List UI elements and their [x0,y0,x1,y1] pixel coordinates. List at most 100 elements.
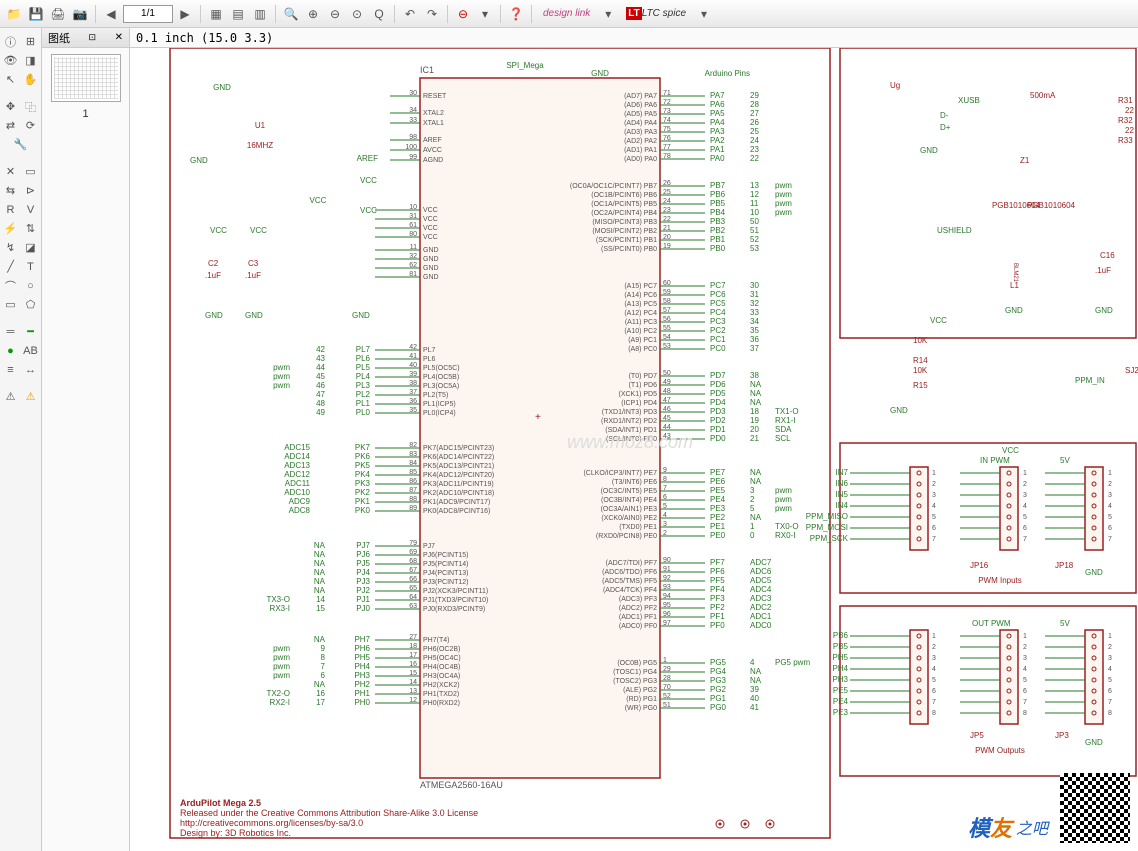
save-icon[interactable]: 💾 [26,4,46,24]
bus-icon[interactable]: ═ [1,322,21,341]
arc-icon[interactable]: ⌒ [1,276,21,295]
svg-text:39: 39 [750,685,759,694]
svg-text:SJ2: SJ2 [1125,366,1138,375]
svg-text:43: 43 [316,354,325,363]
zoom-1-icon[interactable]: Q [369,4,389,24]
design-link-button[interactable]: design link [537,6,596,22]
svg-text:PJ2: PJ2 [356,586,370,595]
open-icon[interactable]: 📁 [4,4,24,24]
svg-text:PL2: PL2 [356,390,371,399]
canvas-area[interactable]: 0.1 inch (15.0 3.3) IC1 SPI_Mega GND Ard… [130,28,1138,851]
attr-icon[interactable]: ≡ [1,360,21,379]
poly-icon[interactable]: ⬠ [21,295,41,314]
svg-text:67: 67 [409,567,417,574]
dropdown-2-icon[interactable]: ▾ [598,4,618,24]
svg-text:2: 2 [1108,481,1112,488]
palette-icon[interactable]: ▥ [250,4,270,24]
svg-text:pwm: pwm [273,363,290,372]
svg-text:29: 29 [750,91,759,100]
svg-text:PGB1010604: PGB1010604 [1027,201,1076,210]
part-icon[interactable]: ▭ [21,162,41,181]
svg-text:65: 65 [409,585,417,592]
errors-icon[interactable]: ⚠ [21,387,41,406]
layers-icon[interactable]: ▤ [228,4,248,24]
svg-text:(OC1B/PCINT6) PB6: (OC1B/PCINT6) PB6 [591,192,657,199]
svg-text:4: 4 [663,512,667,519]
grid-tool-icon[interactable]: ⊞ [21,32,41,51]
rotate-icon[interactable]: ⟳ [21,116,41,135]
split-icon[interactable]: ↯ [1,238,21,257]
pointer-icon[interactable]: ↖ [1,70,21,89]
net-icon[interactable]: ━ [21,322,41,341]
replace-icon[interactable]: ⇆ [1,181,21,200]
svg-text:PPM_IN: PPM_IN [1075,376,1105,385]
svg-text:C3: C3 [248,259,259,268]
move-icon[interactable]: ✥ [1,97,21,116]
svg-text:24: 24 [750,136,759,145]
text-icon[interactable]: T [21,257,41,276]
panel-close-icon[interactable]: ✕ [115,32,123,43]
zoom-fit-icon[interactable]: 🔍 [281,4,301,24]
circle-icon[interactable]: ○ [21,276,41,295]
svg-text:pwm: pwm [273,372,290,381]
svg-text:PE0: PE0 [710,531,726,540]
pinswap-icon[interactable]: ⇅ [21,219,41,238]
panel-pin-icon[interactable]: ⊡ [89,32,97,43]
help-icon[interactable]: ❓ [506,4,526,24]
prev-page-icon[interactable]: ◀ [101,4,121,24]
stop-icon[interactable]: ⊖ [453,4,473,24]
layer-icon[interactable]: ◨ [21,51,41,70]
svg-text:70: 70 [663,684,671,691]
dim-icon[interactable]: ↔ [21,360,41,379]
label-icon[interactable]: AB [21,341,41,360]
undo-icon[interactable]: ↶ [400,4,420,24]
svg-text:PA1: PA1 [710,145,725,154]
svg-text:PJ3(PCINT12): PJ3(PCINT12) [423,579,469,586]
gate-icon[interactable]: ⊳ [21,181,41,200]
wire-icon[interactable]: ╱ [1,257,21,276]
svg-text:PB6: PB6 [710,190,726,199]
dropdown-3-icon[interactable]: ▾ [694,4,714,24]
wrench-icon[interactable]: 🔧 [11,135,31,154]
svg-text:1: 1 [1023,633,1027,640]
zoom-out-icon[interactable]: ⊖ [325,4,345,24]
sheet-thumbnail[interactable] [51,54,121,102]
svg-text:(SS/PCINT0) PB0: (SS/PCINT0) PB0 [601,246,657,253]
info-icon[interactable]: ⓘ [1,32,21,51]
name-icon[interactable]: R [1,200,21,219]
svg-text:AVCC: AVCC [423,147,442,154]
cam-icon[interactable]: 📷 [70,4,90,24]
svg-text:6: 6 [1023,688,1027,695]
svg-text:17: 17 [409,652,417,659]
redo-icon[interactable]: ↷ [422,4,442,24]
grid-icon[interactable]: ▦ [206,4,226,24]
invoke-icon[interactable]: ◪ [21,238,41,257]
eye-icon[interactable]: 👁 [1,51,21,70]
svg-text:ADC0: ADC0 [750,621,772,630]
value-icon[interactable]: V [21,200,41,219]
svg-text:(OC3C/INT5) PE5: (OC3C/INT5) PE5 [601,488,658,495]
svg-text:63: 63 [409,603,417,610]
ltc-spice-button[interactable]: LTLTC spice [620,6,692,22]
svg-text:(XCK0/AIN0) PE2: (XCK0/AIN0) PE2 [601,515,657,522]
copy-icon[interactable]: ⿻ [21,97,41,116]
svg-text:51: 51 [750,226,759,235]
smash-icon[interactable]: ⚡ [1,219,21,238]
svg-text:PJ6: PJ6 [356,550,370,559]
next-page-icon[interactable]: ▶ [175,4,195,24]
svg-text:500mA: 500mA [1030,91,1056,100]
mirror-icon[interactable]: ⇄ [1,116,21,135]
dropdown-icon[interactable]: ▾ [475,4,495,24]
zoom-in-icon[interactable]: ⊕ [303,4,323,24]
rect-icon[interactable]: ▭ [1,295,21,314]
print-icon[interactable]: 🖨 [48,4,68,24]
junction-icon[interactable]: ● [1,341,21,360]
page-input[interactable] [123,5,173,23]
svg-text:PWM Outputs: PWM Outputs [975,746,1025,755]
svg-text:38: 38 [750,371,759,380]
zoom-area-icon[interactable]: ⊙ [347,4,367,24]
delete-icon[interactable]: ✕ [1,162,21,181]
erc-icon[interactable]: ⚠ [1,387,21,406]
svg-text:PE4: PE4 [710,495,726,504]
hand-icon[interactable]: ✋ [21,70,41,89]
